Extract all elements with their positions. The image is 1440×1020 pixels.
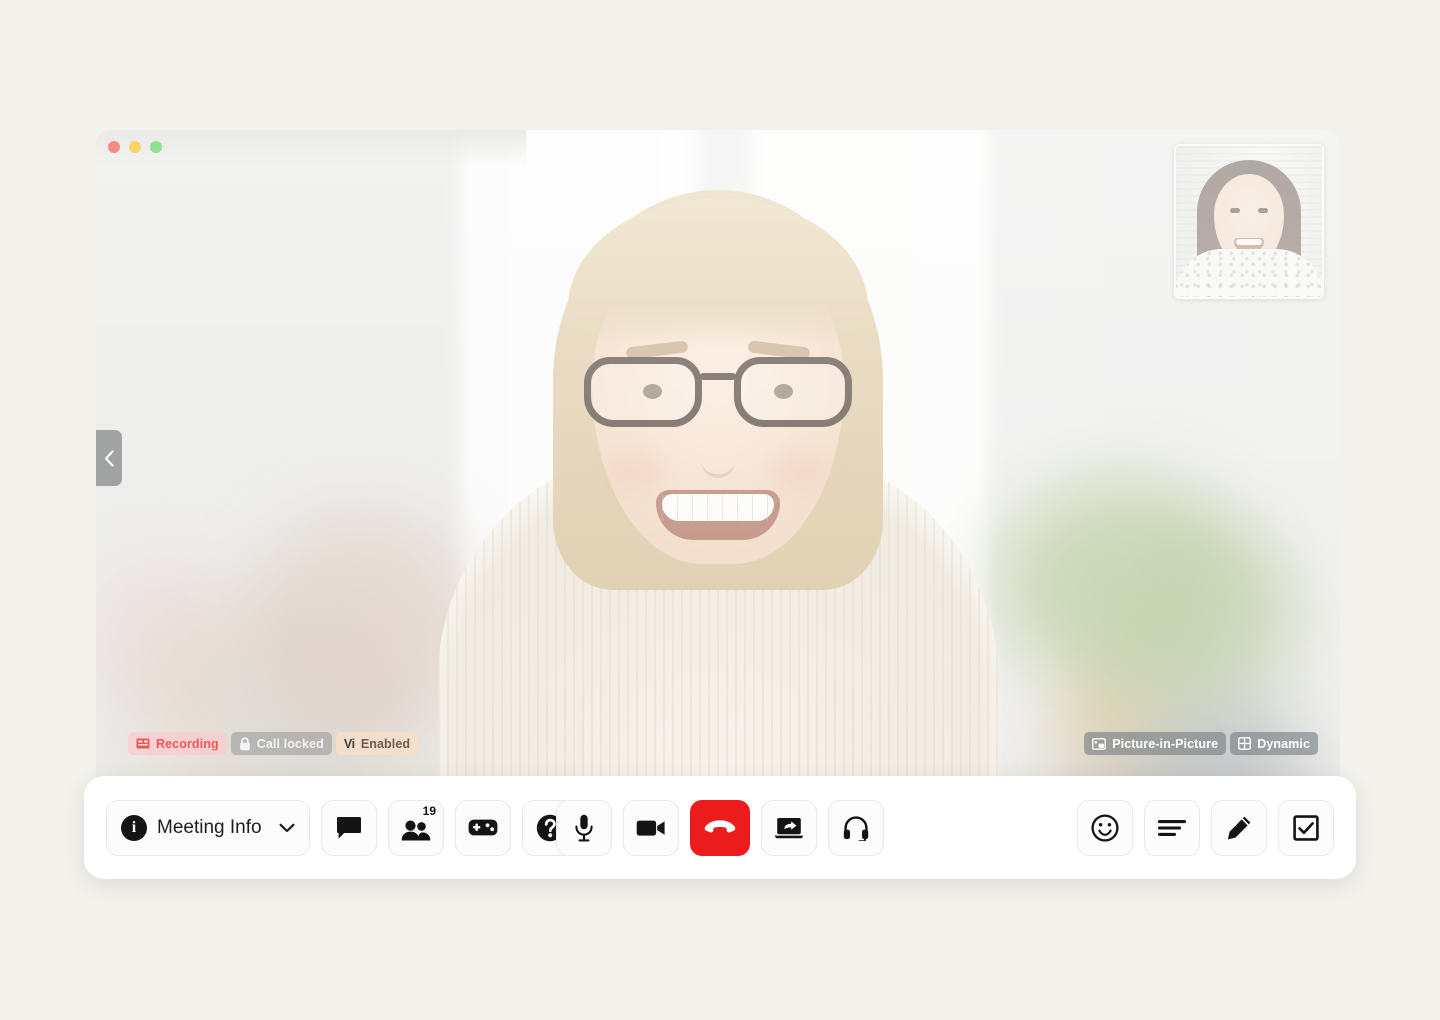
- speaker-eyeglasses: [584, 357, 852, 431]
- traffic-lights: [108, 141, 162, 153]
- status-badge-picture-in-picture[interactable]: Picture-in-Picture: [1084, 732, 1226, 755]
- grid-icon: [1238, 737, 1251, 750]
- share-screen-button[interactable]: [761, 800, 817, 856]
- video-stage: [96, 130, 1340, 778]
- chevron-left-icon: [104, 450, 115, 467]
- status-badge-vi-enabled[interactable]: Vi Enabled: [336, 732, 418, 755]
- status-badge-call-locked[interactable]: Call locked: [231, 732, 332, 755]
- speaker-hair-fringe: [568, 198, 868, 348]
- blur-plant: [995, 475, 1245, 685]
- sidebar-collapse-handle[interactable]: [96, 430, 122, 486]
- people-icon: [401, 820, 431, 842]
- meeting-info-label: Meeting Info: [157, 817, 262, 839]
- eyeglass-lens-right: [734, 357, 852, 427]
- headset-icon: [843, 815, 869, 841]
- close-button[interactable]: [108, 141, 120, 153]
- reactions-button[interactable]: [1077, 800, 1133, 856]
- pip-haze: [1176, 146, 1322, 297]
- status-badge-recording-label: Recording: [156, 737, 219, 751]
- status-chips-right: Picture-in-Picture Dynamic: [1084, 732, 1318, 755]
- meeting-info-button[interactable]: i Meeting Info: [106, 800, 310, 856]
- hangup-button[interactable]: [690, 800, 750, 856]
- eyeglass-bridge: [700, 373, 736, 380]
- minimize-button[interactable]: [129, 141, 141, 153]
- participants-count-badge: 19: [423, 805, 436, 817]
- checkbox-icon: [1293, 815, 1319, 841]
- tasks-button[interactable]: [1278, 800, 1334, 856]
- status-badge-pip-label: Picture-in-Picture: [1112, 737, 1218, 751]
- chat-button[interactable]: [321, 800, 377, 856]
- chat-bubble-icon: [336, 816, 362, 840]
- status-badge-call-locked-label: Call locked: [257, 737, 324, 751]
- toolbar-center-group: [556, 800, 884, 856]
- status-badge-vi-enabled-label: Enabled: [361, 737, 410, 751]
- microphone-button[interactable]: [556, 800, 612, 856]
- record-card-icon: [136, 738, 150, 749]
- phone-hangup-icon: [704, 818, 736, 838]
- screen-share-icon: [774, 817, 804, 839]
- call-controls-toolbar: i Meeting Info 19: [84, 776, 1356, 879]
- smiley-face-icon: [1091, 814, 1119, 842]
- speaker-cheek-right: [772, 452, 830, 492]
- status-badge-dynamic-layout[interactable]: Dynamic: [1230, 732, 1318, 755]
- whiteboard-button[interactable]: [1211, 800, 1267, 856]
- speaker-mouth: [656, 490, 780, 540]
- vi-logo: Vi: [344, 737, 355, 751]
- info-icon: i: [121, 815, 147, 841]
- speaker-cheek-left: [606, 452, 664, 492]
- pip-icon: [1092, 738, 1106, 750]
- toolbar-left-group: i Meeting Info 19: [106, 800, 578, 856]
- status-badge-dynamic-label: Dynamic: [1257, 737, 1310, 751]
- lock-icon: [239, 737, 251, 751]
- microphone-icon: [574, 814, 594, 842]
- camera-button[interactable]: [623, 800, 679, 856]
- status-badge-recording[interactable]: Recording: [128, 732, 227, 755]
- self-view-pip[interactable]: [1174, 144, 1324, 299]
- pencil-icon: [1226, 815, 1252, 841]
- audio-device-button[interactable]: [828, 800, 884, 856]
- eyeglass-lens-left: [584, 357, 702, 427]
- status-chips-left: Recording Call locked Vi Enabled: [128, 732, 418, 755]
- chevron-down-icon: [279, 823, 295, 833]
- gamepad-icon: [468, 818, 498, 837]
- speaker-teeth: [662, 494, 774, 521]
- toolbar-right-group: [1077, 800, 1334, 856]
- transcript-button[interactable]: [1144, 800, 1200, 856]
- games-button[interactable]: [455, 800, 511, 856]
- participants-button[interactable]: 19: [388, 800, 444, 856]
- active-speaker-video: [438, 152, 998, 778]
- zoom-button[interactable]: [150, 141, 162, 153]
- video-call-window: Recording Call locked Vi Enabled Picture…: [96, 130, 1340, 778]
- text-lines-icon: [1158, 819, 1186, 837]
- video-camera-icon: [636, 818, 666, 838]
